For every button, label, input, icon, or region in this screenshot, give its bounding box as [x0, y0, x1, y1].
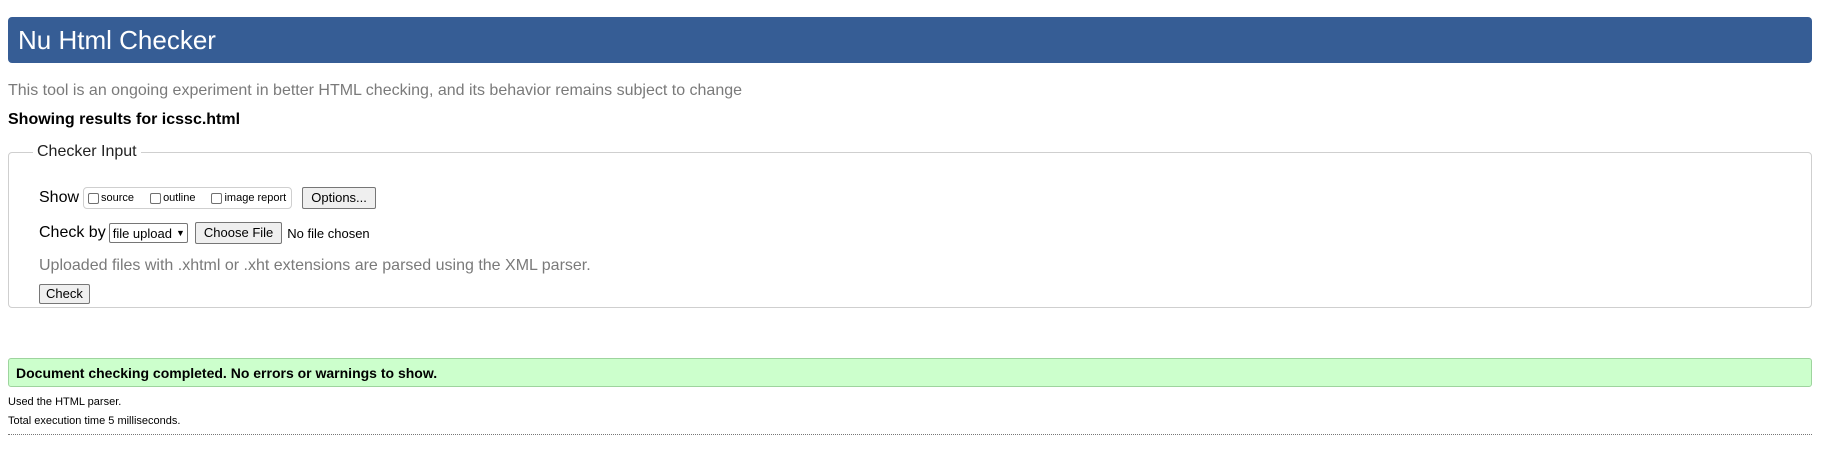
- execution-time-text: Total execution time 5 milliseconds.: [8, 415, 181, 427]
- outline-checkbox[interactable]: [150, 192, 162, 204]
- show-options-group: source outline image report: [83, 187, 293, 209]
- check-by-label: Check by: [39, 224, 106, 241]
- execution-details: Used the HTML parser. Total execution ti…: [8, 393, 180, 431]
- checker-input-fieldset: Checker Input Show source outline image …: [8, 143, 1812, 308]
- results-prefix: Showing results for: [8, 111, 162, 128]
- page-title: Nu Html Checker: [18, 25, 216, 55]
- options-button[interactable]: Options...: [302, 187, 376, 209]
- show-image-report-option[interactable]: image report: [211, 192, 286, 204]
- dotted-divider: [8, 434, 1812, 435]
- source-label: source: [101, 192, 135, 204]
- show-label: Show: [39, 189, 80, 206]
- show-outline-option[interactable]: outline: [150, 192, 195, 204]
- image-report-label: image report: [224, 192, 287, 204]
- check-row: Check: [39, 284, 90, 304]
- parser-note: Uploaded files with .xhtml or .xht exten…: [39, 257, 591, 274]
- choose-file-button[interactable]: Choose File: [194, 222, 283, 244]
- file-status: No file chosen: [287, 225, 370, 241]
- chevron-down-icon: ▼: [175, 228, 185, 238]
- check-by-row: Check by file upload ▼ Choose File No fi…: [39, 222, 370, 244]
- intro-text: This tool is an ongoing experiment in be…: [8, 82, 743, 99]
- check-by-selected: file upload: [112, 225, 172, 241]
- checker-input-legend: Checker Input: [37, 143, 137, 160]
- source-checkbox[interactable]: [88, 192, 100, 204]
- page-header: Nu Html Checker: [8, 17, 1812, 63]
- results-heading: Showing results for icssc.html: [8, 111, 240, 129]
- check-button[interactable]: Check: [39, 284, 90, 304]
- outline-label: outline: [163, 192, 196, 204]
- results-filename: icssc.html: [161, 111, 241, 128]
- image-report-checkbox[interactable]: [211, 192, 223, 204]
- check-by-select[interactable]: file upload ▼: [108, 223, 188, 243]
- show-row: Show source outline image report Options…: [39, 187, 376, 209]
- success-message: Document checking completed. No errors o…: [8, 358, 1812, 387]
- show-source-option[interactable]: source: [88, 192, 134, 204]
- parser-used-text: Used the HTML parser.: [8, 396, 122, 408]
